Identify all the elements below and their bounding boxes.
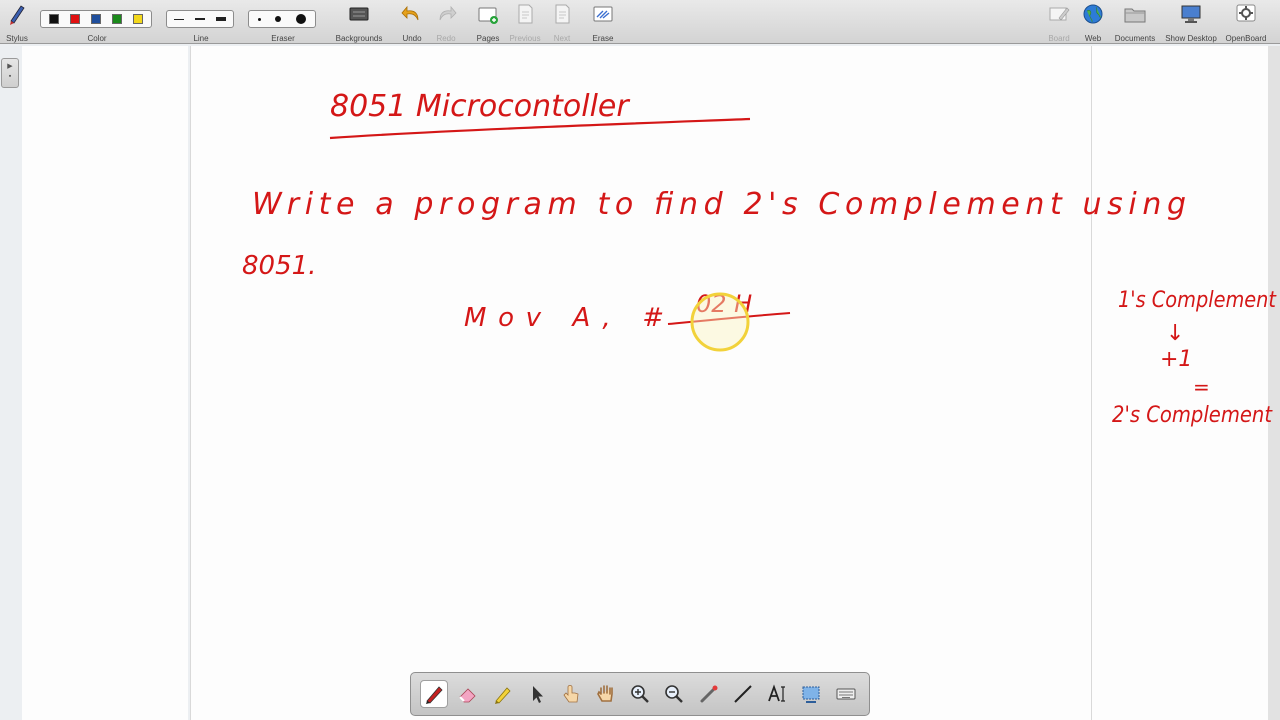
hand-icon <box>596 685 613 702</box>
keyboard-icon <box>836 688 856 700</box>
zoom-out-tool-button[interactable] <box>660 680 688 708</box>
color-swatch-black[interactable] <box>48 14 59 24</box>
line-icon <box>734 685 752 703</box>
color-swatch-green[interactable] <box>112 14 123 24</box>
monitor-icon <box>1181 5 1201 23</box>
screen-capture-icon <box>802 686 820 703</box>
board-icon <box>1049 7 1070 21</box>
backgrounds-label: Backgrounds <box>335 34 383 43</box>
color-group: Color <box>40 2 154 43</box>
redo-label: Redo <box>436 34 456 43</box>
laser-pointer-icon <box>700 685 718 703</box>
pointing-hand-icon <box>563 685 579 703</box>
previous-page-icon <box>518 4 533 24</box>
panel-icon: ▪ <box>8 73 12 80</box>
line-thick-option[interactable] <box>215 17 226 21</box>
highlighter-tool-button[interactable] <box>489 680 517 708</box>
redo-button[interactable]: Redo <box>432 2 460 43</box>
line-group: Line <box>166 2 236 43</box>
pages-button[interactable]: Pages <box>472 2 504 43</box>
stylus-label: Stylus <box>6 34 28 43</box>
line-label: Line <box>193 34 209 43</box>
color-swatch-yellow[interactable] <box>133 14 144 24</box>
documents-label: Documents <box>1114 34 1156 43</box>
stylus-icon <box>10 5 25 25</box>
pen-icon <box>426 686 443 704</box>
show-desktop-button[interactable]: Show Desktop <box>1162 2 1220 43</box>
line-thin-option[interactable] <box>174 18 185 20</box>
board-left-margin <box>22 46 188 720</box>
pages-label: Pages <box>476 34 500 43</box>
openboard-menu-button[interactable]: OpenBoard <box>1222 2 1270 43</box>
color-palette <box>40 10 152 28</box>
undo-button[interactable]: Undo <box>398 2 426 43</box>
stylus-button[interactable]: Stylus <box>2 2 32 43</box>
text-tool-button[interactable] <box>763 680 791 708</box>
eraser-large-option[interactable] <box>295 14 306 24</box>
board-right-margin <box>1092 46 1268 720</box>
undo-label: Undo <box>402 34 422 43</box>
undo-icon <box>401 5 419 21</box>
globe-icon <box>1083 4 1103 24</box>
add-page-icon <box>478 7 498 24</box>
eraser-icon <box>459 688 477 703</box>
documents-button[interactable]: Documents <box>1112 2 1158 43</box>
stylus-palette <box>410 672 870 716</box>
keyboard-tool-button[interactable] <box>832 680 860 708</box>
eraser-label: Eraser <box>271 34 295 43</box>
laser-pointer-tool-button[interactable] <box>695 680 723 708</box>
web-button[interactable]: Web <box>1080 2 1106 43</box>
redo-icon <box>439 5 457 21</box>
board-page[interactable] <box>190 46 1092 720</box>
top-toolbar: Stylus Color Line Eraser Backgrounds Und… <box>0 0 1280 44</box>
color-swatch-blue[interactable] <box>90 14 101 24</box>
next-page-icon <box>555 4 570 24</box>
backgrounds-button[interactable]: Backgrounds <box>332 2 386 43</box>
chevron-right-icon: ▶ <box>7 63 13 70</box>
erase-label: Erase <box>592 34 614 43</box>
color-label: Color <box>87 34 107 43</box>
cursor-arrow-icon <box>533 686 544 703</box>
eraser-size-selector <box>248 10 316 28</box>
web-label: Web <box>1084 34 1102 43</box>
board-label: Board <box>1048 34 1070 43</box>
text-icon <box>768 684 786 702</box>
zoom-in-tool-button[interactable] <box>626 680 654 708</box>
erase-board-icon <box>593 6 613 22</box>
previous-page-button[interactable]: Previous <box>508 2 542 43</box>
gear-icon <box>1236 4 1256 22</box>
interact-tool-button[interactable] <box>557 680 585 708</box>
eraser-tool-button[interactable] <box>454 680 482 708</box>
eraser-group: Eraser <box>248 2 318 43</box>
hand-tool-button[interactable] <box>592 680 620 708</box>
line-medium-option[interactable] <box>194 18 205 20</box>
board-scrollbar[interactable] <box>1268 46 1280 720</box>
capture-tool-button[interactable] <box>797 680 825 708</box>
eraser-medium-option[interactable] <box>275 16 282 22</box>
next-page-button[interactable]: Next <box>548 2 576 43</box>
zoom-out-icon <box>665 685 684 703</box>
erase-button[interactable]: Erase <box>588 2 618 43</box>
backgrounds-icon <box>349 7 369 21</box>
line-width-selector <box>166 10 234 28</box>
zoom-in-icon <box>631 685 649 703</box>
openboard-label: OpenBoard <box>1225 34 1267 43</box>
highlighter-icon <box>494 687 511 704</box>
show-desktop-label: Show Desktop <box>1165 34 1217 43</box>
previous-label: Previous <box>509 34 541 43</box>
selector-tool-button[interactable] <box>523 680 551 708</box>
left-palette-toggle[interactable]: ▶ ▪ <box>1 58 19 88</box>
color-swatch-red[interactable] <box>69 14 80 24</box>
folder-icon <box>1124 8 1146 23</box>
next-label: Next <box>553 34 571 43</box>
pen-tool-button[interactable] <box>420 680 449 708</box>
line-tool-button[interactable] <box>729 680 757 708</box>
eraser-small-option[interactable] <box>258 17 262 21</box>
board-button[interactable]: Board <box>1044 2 1074 43</box>
